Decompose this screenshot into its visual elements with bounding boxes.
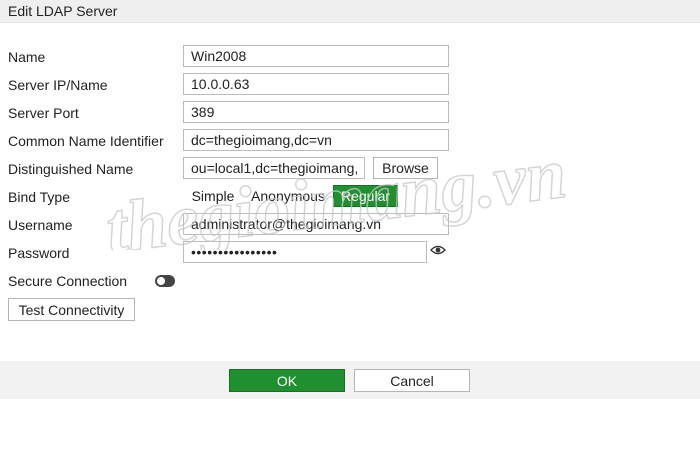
dialog-title: Edit LDAP Server bbox=[8, 3, 118, 19]
password-input[interactable] bbox=[183, 241, 427, 263]
secure-connection-toggle[interactable] bbox=[155, 275, 175, 287]
server-label: Server IP/Name bbox=[8, 77, 108, 93]
bind-type-regular[interactable]: Regular bbox=[333, 185, 398, 207]
cancel-button[interactable]: Cancel bbox=[354, 369, 470, 392]
port-label: Server Port bbox=[8, 105, 79, 121]
secure-connection-label: Secure Connection bbox=[8, 273, 128, 289]
bind-type-simple[interactable]: Simple bbox=[188, 185, 238, 207]
toggle-knob bbox=[157, 277, 165, 285]
name-label: Name bbox=[8, 49, 46, 65]
cn-identifier-input[interactable] bbox=[183, 129, 449, 151]
port-input[interactable] bbox=[183, 101, 449, 123]
browse-button[interactable]: Browse bbox=[373, 157, 438, 179]
dialog-footer bbox=[0, 361, 700, 399]
name-input[interactable] bbox=[183, 45, 449, 67]
username-input[interactable] bbox=[183, 213, 449, 235]
eye-icon[interactable] bbox=[430, 244, 446, 256]
bind-type-label: Bind Type bbox=[8, 189, 71, 205]
dialog-titlebar: Edit LDAP Server bbox=[0, 0, 700, 23]
username-label: Username bbox=[8, 217, 73, 233]
bind-type-anonymous[interactable]: Anonymous bbox=[247, 185, 329, 207]
test-connectivity-button[interactable]: Test Connectivity bbox=[8, 298, 135, 321]
ok-button[interactable]: OK bbox=[229, 369, 345, 392]
server-input[interactable] bbox=[183, 73, 449, 95]
cn-identifier-label: Common Name Identifier bbox=[8, 133, 164, 149]
password-label: Password bbox=[8, 245, 70, 261]
distinguished-name-input[interactable] bbox=[183, 157, 365, 179]
distinguished-name-label: Distinguished Name bbox=[8, 161, 134, 177]
